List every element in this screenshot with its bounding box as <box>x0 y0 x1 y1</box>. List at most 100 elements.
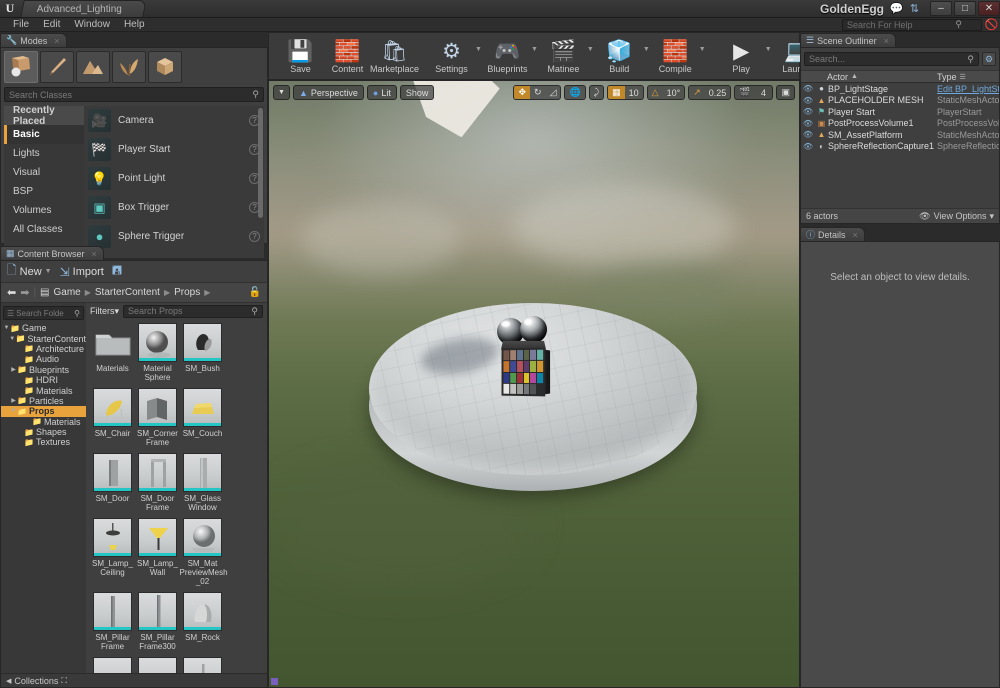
new-asset-button[interactable]: 🗋 New ▼ <box>7 261 52 282</box>
save-button[interactable]: 💾 Save <box>277 35 324 79</box>
table-row[interactable]: 👁 ▣ PostProcessVolume1 PostProcessVolume <box>801 118 999 130</box>
close-button[interactable]: ✕ <box>978 1 1000 16</box>
coordinate-system-button[interactable]: 🌐 <box>564 85 586 100</box>
table-row[interactable]: 👁 ▲ SM_AssetPlatform StaticMeshActor <box>801 129 999 141</box>
category-volumes[interactable]: Volumes <box>4 201 84 220</box>
column-type[interactable]: Type ☰ <box>937 72 999 82</box>
save-all-button[interactable]: 🖪 <box>112 261 122 282</box>
expander-icon[interactable]: ▼ <box>3 325 10 331</box>
list-item[interactable]: SM_Statue <box>181 657 224 673</box>
move-gizmo-button[interactable]: ✥ <box>514 86 531 99</box>
view-options-button[interactable]: 👁 View Options ▾ <box>919 211 994 222</box>
table-row[interactable]: 👁 ◐ SphereReflectionCapture1 SphereRefle… <box>801 141 999 153</box>
list-item[interactable]: SM_Bush <box>181 323 224 382</box>
outliner-settings-button[interactable]: ⚙ <box>982 52 996 66</box>
close-icon[interactable]: × <box>92 249 97 259</box>
scale-snap-value[interactable]: 0.25 <box>705 86 731 99</box>
level-tab[interactable]: Advanced_Lighting <box>20 0 147 17</box>
breadcrumb-props[interactable]: Props <box>174 287 200 298</box>
menu-help[interactable]: Help <box>117 18 152 31</box>
list-item[interactable]: SM_Corner Frame <box>136 388 179 447</box>
list-item[interactable]: SM_Pillar Frame <box>91 592 134 651</box>
chevron-down-icon[interactable]: ▼ <box>531 46 538 53</box>
list-item[interactable]: SM_Couch <box>181 388 224 447</box>
lighting-mode-button[interactable]: ● Lit <box>366 85 397 100</box>
maximize-button[interactable]: □ <box>954 1 976 16</box>
list-item[interactable]: SM_Stairs <box>136 657 179 673</box>
camera-speed-value[interactable]: 4 <box>754 86 772 99</box>
help-icon[interactable]: ? <box>249 231 260 242</box>
chat-bubble-icon[interactable]: 💬 <box>889 1 904 16</box>
blueprints-button[interactable]: 🎮 Blueprints <box>484 35 531 79</box>
visible-icon[interactable]: 👁 <box>801 84 815 93</box>
tree-node-game[interactable]: ▼ 📁 Game <box>1 323 86 333</box>
category-all-classes[interactable]: All Classes <box>4 220 84 239</box>
back-button[interactable]: ⬅ <box>7 286 16 299</box>
close-icon[interactable]: × <box>884 36 889 46</box>
category-visual[interactable]: Visual <box>4 163 84 182</box>
geometry-mode-button[interactable] <box>148 51 182 83</box>
table-row[interactable]: 👁 ⚑ Player Start PlayerStart <box>801 106 999 118</box>
list-item[interactable]: SM_Mat PreviewMesh _02 <box>180 518 228 586</box>
settings-button[interactable]: ⚙ Settings <box>428 35 475 79</box>
chevron-down-icon[interactable]: ▼ <box>475 46 482 53</box>
visible-icon[interactable]: 👁 <box>801 96 815 105</box>
list-item[interactable]: Material Sphere <box>136 323 179 382</box>
tab-scene-outliner[interactable]: ☰ Scene Outliner × <box>800 33 896 47</box>
table-row[interactable]: 👁 ▲ PLACEHOLDER MESH StaticMeshActor <box>801 95 999 107</box>
chevron-down-icon[interactable]: ▼ <box>765 46 772 53</box>
table-row[interactable]: 👁 ● BP_LightStage Edit BP_LightStage <box>801 83 999 95</box>
category-bsp[interactable]: BSP <box>4 182 84 201</box>
tree-node-props-materials[interactable]: 📁 Materials <box>1 417 86 427</box>
list-item[interactable]: SM_Pillar Frame300 <box>136 592 179 651</box>
close-icon[interactable]: × <box>54 36 59 46</box>
tree-node-startercontent[interactable]: ▼ 📁 StarterContent <box>1 333 86 344</box>
tree-node-materials[interactable]: 📁 Materials <box>1 385 86 396</box>
tree-node-audio[interactable]: 📁 Audio <box>1 354 86 364</box>
expand-icon[interactable]: ⛶ <box>61 676 67 686</box>
visible-icon[interactable]: 👁 <box>801 119 815 128</box>
minimize-button[interactable]: – <box>930 1 952 16</box>
actor-type-link[interactable]: Edit BP_LightStage <box>937 84 999 94</box>
scale-snap-toggle[interactable]: ↗ <box>689 86 705 99</box>
tree-node-particles[interactable]: ▶ 📁 Particles <box>1 396 86 406</box>
visible-icon[interactable]: 👁 <box>801 130 815 139</box>
list-item[interactable]: SM_Door Frame <box>136 453 179 512</box>
foliage-mode-button[interactable] <box>112 51 146 83</box>
viewport-options-button[interactable]: ▼ <box>273 85 290 100</box>
rotate-gizmo-button[interactable]: ↻ <box>530 86 546 99</box>
content-button[interactable]: 🧱 Content <box>324 35 371 79</box>
visible-icon[interactable]: 👁 <box>801 107 815 116</box>
modes-scrollbar[interactable] <box>258 108 263 218</box>
tree-node-textures[interactable]: 📁 Textures <box>1 437 86 447</box>
chevron-down-icon[interactable]: ▼ <box>699 46 706 53</box>
visible-icon[interactable]: 👁 <box>801 142 815 151</box>
asset-search-input[interactable]: Search Props ⚲ <box>123 304 263 318</box>
expander-icon[interactable]: ▶ <box>10 397 17 404</box>
folder-search-input[interactable]: ☰ Search Folders ⚲ <box>3 306 84 320</box>
category-lights[interactable]: Lights <box>4 144 84 163</box>
outliner-search-input[interactable]: Search... ⚲ <box>804 52 979 66</box>
build-button[interactable]: 🧊 Build <box>596 35 643 79</box>
category-recently-placed[interactable]: Recently Placed <box>4 105 84 127</box>
play-button[interactable]: ▶ Play <box>718 35 765 79</box>
landscape-mode-button[interactable] <box>76 51 110 83</box>
chevron-down-icon[interactable]: ▼ <box>643 46 650 53</box>
marketplace-button[interactable]: 🛍 Marketplace <box>370 35 419 79</box>
list-item[interactable]: SM_Lamp_ Ceiling <box>91 518 134 586</box>
list-item[interactable]: Materials <box>91 323 134 382</box>
grid-snap-toggle[interactable]: ▦ <box>608 86 625 99</box>
placeholder-mesh-color-checker[interactable] <box>495 334 551 397</box>
menu-file[interactable]: File <box>6 18 36 31</box>
tree-node-shapes[interactable]: 📁 Shapes <box>1 427 86 437</box>
tree-node-props[interactable]: ▼ 📁 Props <box>1 406 86 417</box>
expander-icon[interactable]: ▶ <box>10 366 17 373</box>
lock-icon[interactable]: 🔓 <box>249 287 261 298</box>
column-actor[interactable]: Actor ▲ <box>827 72 937 82</box>
list-item[interactable]: 🎥 Camera ? <box>84 106 264 135</box>
import-button[interactable]: ⇲ Import <box>60 265 104 279</box>
source-control-icon[interactable]: ⇅ <box>907 1 922 16</box>
maximize-viewport-button[interactable]: ▣ <box>776 85 795 100</box>
scale-gizmo-button[interactable]: ◿ <box>546 86 561 99</box>
list-item[interactable]: SM_Rock <box>181 592 224 651</box>
